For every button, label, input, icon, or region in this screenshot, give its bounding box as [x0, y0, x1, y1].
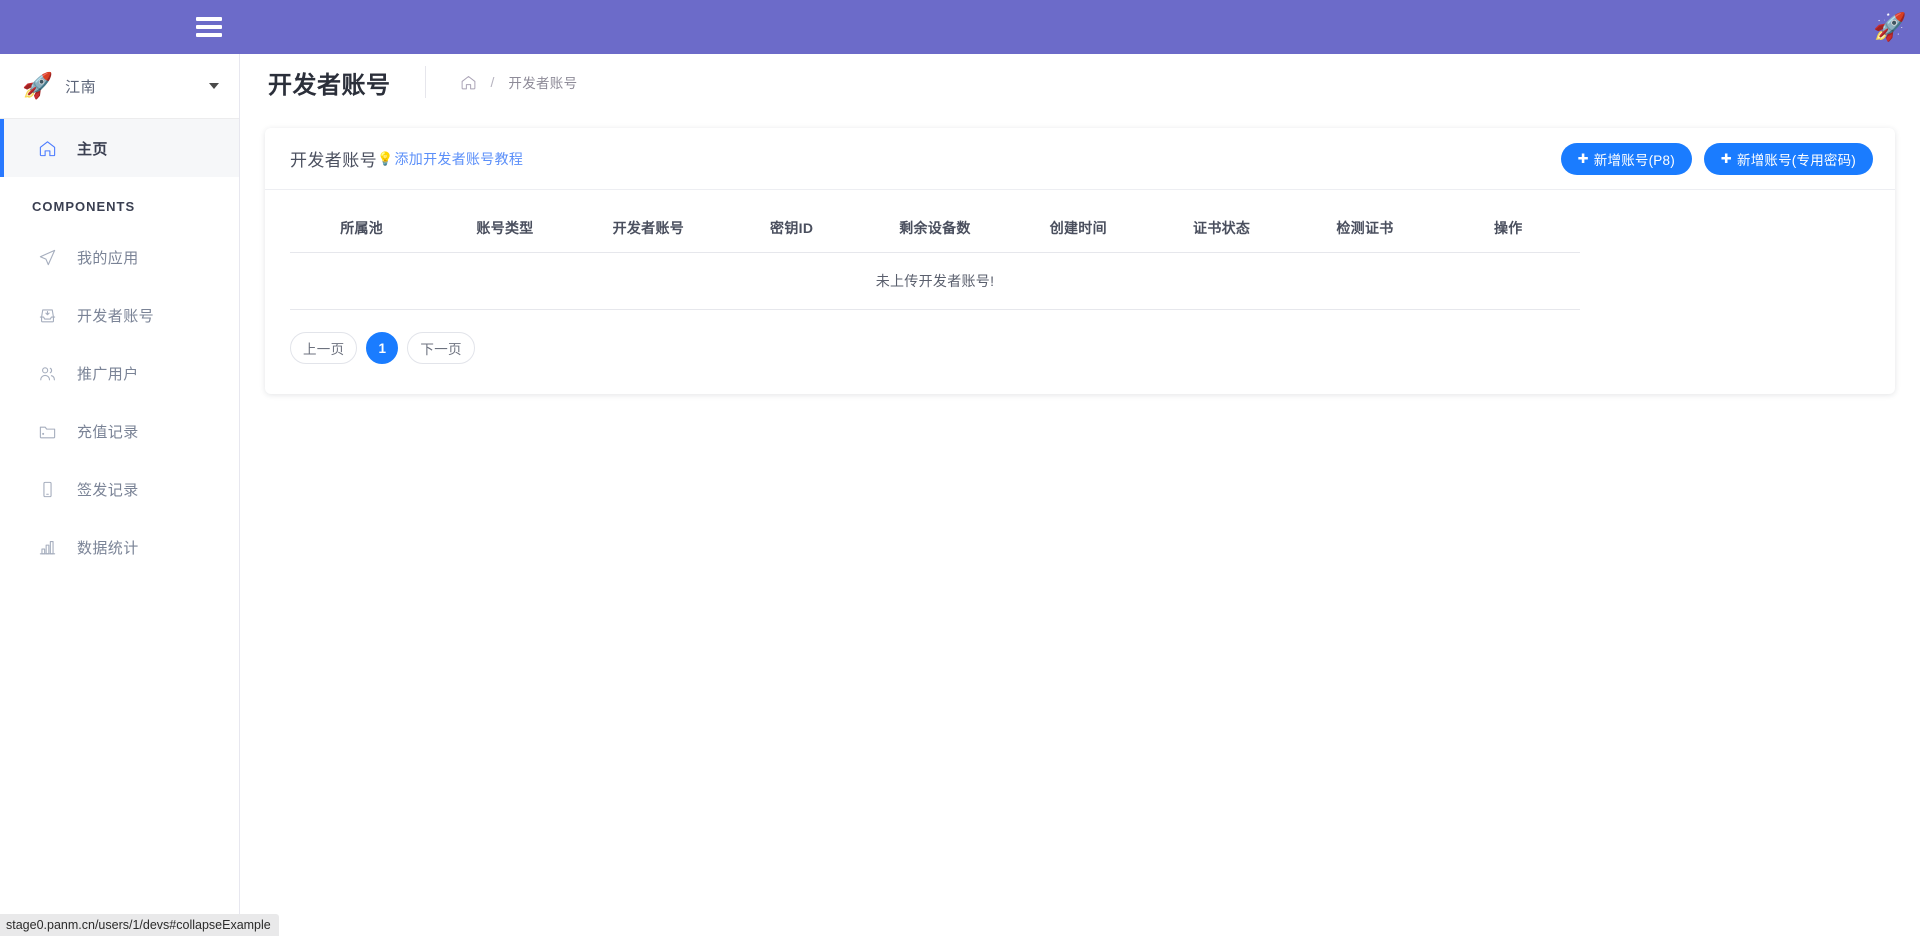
top-bar: 🚀	[0, 0, 1920, 54]
table-body: 未上传开发者账号!	[290, 253, 1580, 310]
card-header: 开发者账号 💡 添加开发者账号教程 ✚ 新增账号(P8) ✚ 新增账号(专用密码…	[265, 128, 1895, 190]
hamburger-menu-icon[interactable]	[196, 17, 222, 37]
breadcrumb-separator: /	[491, 74, 495, 90]
table-empty-row: 未上传开发者账号!	[290, 253, 1580, 310]
sidebar-item-label: 充值记录	[77, 421, 139, 442]
column-header-pool: 所属池	[290, 206, 433, 253]
breadcrumb-current: 开发者账号	[508, 72, 577, 92]
plus-icon: ✚	[1578, 151, 1589, 167]
hamburger-bar	[196, 33, 222, 37]
add-account-p8-button[interactable]: ✚ 新增账号(P8)	[1561, 143, 1692, 175]
rocket-icon: 🚀	[22, 74, 53, 99]
folder-icon	[38, 422, 68, 441]
developer-accounts-table: 所属池 账号类型 开发者账号 密钥ID 剩余设备数 创建时间 证书状态 检测证书…	[290, 206, 1580, 310]
breadcrumb-home-icon[interactable]	[460, 74, 477, 91]
column-header-key-id: 密钥ID	[720, 206, 863, 253]
send-icon	[38, 248, 68, 267]
sidebar-item-developer-account[interactable]: 开发者账号	[0, 286, 239, 344]
tutorial-link[interactable]: 💡 添加开发者账号教程	[377, 149, 523, 169]
hamburger-bar	[196, 25, 222, 29]
column-header-created-time: 创建时间	[1007, 206, 1150, 253]
home-icon	[38, 139, 68, 158]
card-body: 所属池 账号类型 开发者账号 密钥ID 剩余设备数 创建时间 证书状态 检测证书…	[265, 190, 1895, 394]
sidebar-item-label: 我的应用	[77, 247, 139, 268]
sidebar-item-issue-records[interactable]: 签发记录	[0, 460, 239, 518]
lightbulb-icon: 💡	[377, 151, 394, 167]
sidebar-item-label: 推广用户	[77, 363, 139, 384]
column-header-cert-status: 证书状态	[1150, 206, 1293, 253]
sidebar-item-label: 签发记录	[77, 479, 139, 500]
top-bar-left	[0, 0, 240, 54]
sidebar-item-home[interactable]: 主页	[0, 119, 239, 177]
empty-state-message: 未上传开发者账号!	[290, 253, 1580, 310]
bar-chart-icon	[38, 538, 68, 557]
pagination: 上一页 1 下一页	[290, 332, 1870, 364]
breadcrumb: / 开发者账号	[425, 66, 578, 98]
column-header-account-type: 账号类型	[433, 206, 576, 253]
pagination-prev-button[interactable]: 上一页	[290, 332, 357, 364]
sidebar-item-label: 开发者账号	[77, 305, 154, 326]
hamburger-bar	[196, 17, 222, 21]
caret-down-icon[interactable]	[209, 83, 219, 89]
card-title: 开发者账号	[290, 146, 377, 171]
rocket-icon[interactable]: 🚀	[1860, 0, 1920, 54]
column-header-check-cert: 检测证书	[1293, 206, 1436, 253]
page-title: 开发者账号	[268, 65, 391, 100]
sidebar-item-label: 主页	[77, 138, 108, 159]
table-head: 所属池 账号类型 开发者账号 密钥ID 剩余设备数 创建时间 证书状态 检测证书…	[290, 206, 1580, 253]
sidebar-section-label: COMPONENTS	[0, 177, 239, 228]
developer-account-card: 开发者账号 💡 添加开发者账号教程 ✚ 新增账号(P8) ✚ 新增账号(专用密码…	[265, 128, 1895, 394]
tutorial-link-label: 添加开发者账号教程	[395, 149, 524, 169]
page-header: 开发者账号 / 开发者账号	[240, 54, 1920, 110]
brand-name: 江南	[65, 76, 209, 97]
sidebar-item-label: 数据统计	[77, 537, 139, 558]
pagination-page-1-button[interactable]: 1	[366, 332, 398, 364]
sidebar-item-promo-users[interactable]: 推广用户	[0, 344, 239, 402]
plus-icon: ✚	[1721, 151, 1732, 167]
sidebar: 🚀 江南 主页 COMPONENTS 我的应用 开发者账号 推广用户 充值记录	[0, 0, 240, 936]
column-header-developer-account: 开发者账号	[577, 206, 720, 253]
card-header-actions: ✚ 新增账号(P8) ✚ 新增账号(专用密码)	[1561, 143, 1873, 175]
main-content: 开发者账号 💡 添加开发者账号教程 ✚ 新增账号(P8) ✚ 新增账号(专用密码…	[240, 110, 1920, 936]
column-header-actions: 操作	[1437, 206, 1580, 253]
add-account-password-button[interactable]: ✚ 新增账号(专用密码)	[1704, 143, 1873, 175]
add-account-p8-label: 新增账号(P8)	[1594, 149, 1675, 169]
brand-selector[interactable]: 🚀 江南	[0, 54, 239, 119]
sidebar-item-my-apps[interactable]: 我的应用	[0, 228, 239, 286]
sidebar-item-statistics[interactable]: 数据统计	[0, 518, 239, 576]
sidebar-item-recharge-records[interactable]: 充值记录	[0, 402, 239, 460]
status-bar-url: stage0.panm.cn/users/1/devs#collapseExam…	[0, 914, 279, 936]
add-account-password-label: 新增账号(专用密码)	[1737, 149, 1856, 169]
pagination-next-button[interactable]: 下一页	[407, 332, 474, 364]
table-header-row: 所属池 账号类型 开发者账号 密钥ID 剩余设备数 创建时间 证书状态 检测证书…	[290, 206, 1580, 253]
column-header-remaining-devices: 剩余设备数	[863, 206, 1006, 253]
inbox-download-icon	[38, 306, 68, 325]
smartphone-icon	[38, 480, 68, 499]
users-icon	[38, 364, 68, 383]
